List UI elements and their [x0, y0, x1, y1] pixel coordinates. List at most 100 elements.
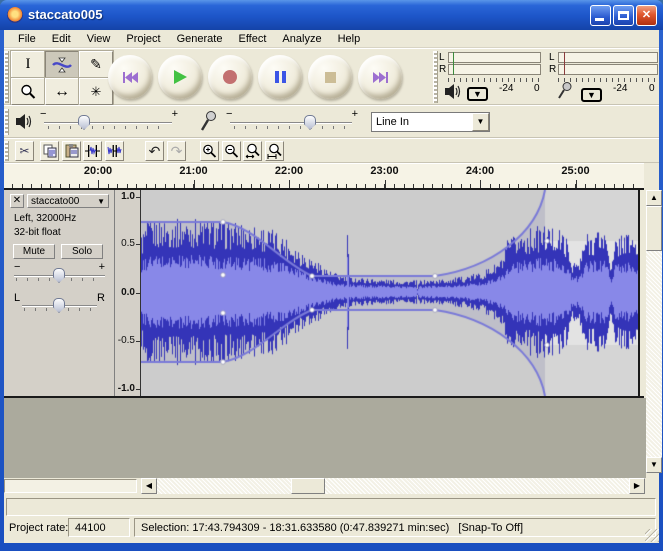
timeline-ruler[interactable]: 20:0021:0022:0023:0024:0025:00: [4, 163, 644, 188]
menu-project[interactable]: Project: [118, 31, 168, 47]
menu-analyze[interactable]: Analyze: [274, 31, 329, 47]
zoom-out-button[interactable]: [222, 141, 241, 161]
zoom-tool-button[interactable]: [11, 78, 45, 105]
vruler-label: 0.0: [121, 287, 135, 298]
output-meter[interactable]: L R -24 0 ▼: [439, 52, 541, 104]
selection-status-text: Selection: 17:43.794309 - 18:31.633580 (…: [141, 522, 523, 534]
fit-selection-button[interactable]: [243, 141, 262, 161]
mixer-grip[interactable]: [4, 109, 9, 135]
client-area: File Edit View Project Generate Effect A…: [4, 30, 659, 543]
pan-left-label: L: [14, 292, 20, 304]
record-button[interactable]: [208, 55, 252, 99]
copy-button[interactable]: [40, 141, 59, 161]
output-right-label: R: [439, 64, 446, 75]
pan-slider[interactable]: L R: [12, 293, 107, 319]
undo-button[interactable]: ↶: [145, 141, 164, 161]
input-left-label: L: [549, 52, 555, 63]
pan-right-label: R: [97, 292, 105, 304]
close-icon: ✕: [13, 195, 21, 206]
scroll-left-button[interactable]: ◀: [141, 478, 157, 494]
horizontal-scrollbar[interactable]: [157, 478, 629, 494]
paste-icon: [65, 144, 79, 158]
stop-button[interactable]: [308, 55, 352, 99]
timeline-major-tick: [194, 180, 195, 188]
redo-button[interactable]: ↷: [167, 141, 186, 161]
input-volume-slider[interactable]: − +: [226, 108, 358, 136]
magnifier-icon: [20, 84, 36, 100]
slider-ticks: [234, 126, 348, 129]
output-tick-minus24: -24: [499, 83, 513, 94]
envelope-tool-button[interactable]: [45, 51, 79, 78]
undo-icon: ↶: [149, 143, 161, 160]
menu-help[interactable]: Help: [330, 31, 369, 47]
minus-label: −: [40, 108, 46, 120]
fast-forward-button[interactable]: [358, 55, 402, 99]
silence-button[interactable]: [105, 141, 124, 161]
play-button[interactable]: [158, 55, 202, 99]
redo-icon: ↷: [171, 143, 183, 160]
input-meter-zero-line: [564, 52, 565, 75]
maximize-button[interactable]: [613, 5, 634, 26]
rewind-button[interactable]: [108, 55, 152, 99]
menu-view[interactable]: View: [79, 31, 119, 47]
combo-arrow-button[interactable]: ▼: [472, 113, 489, 131]
microphone-icon: [200, 111, 217, 132]
output-meter-dropdown[interactable]: ▼: [467, 87, 488, 101]
vertical-scrollbar[interactable]: ▲ ▼: [646, 190, 662, 473]
plus-label: +: [352, 108, 358, 120]
timeline-label: 21:00: [179, 165, 207, 177]
waveform-canvas[interactable]: [141, 190, 638, 396]
fit-project-button[interactable]: [265, 141, 284, 161]
input-meter-dropdown[interactable]: ▼: [581, 88, 602, 102]
minimize-button[interactable]: [590, 5, 611, 26]
title-bar[interactable]: staccato005 ✕: [0, 0, 663, 30]
star-icon: ✳: [91, 84, 102, 100]
scroll-up-button[interactable]: ▲: [646, 190, 662, 206]
input-source-value: Line In: [372, 116, 472, 128]
minus-label: −: [226, 108, 232, 120]
input-meter[interactable]: L R -24 0 ▼: [549, 52, 658, 104]
app-window: staccato005 ✕ File Edit View Project Gen…: [0, 0, 663, 551]
toolbar-grip[interactable]: [4, 51, 9, 103]
input-meter-ticks: [558, 78, 658, 82]
rewind-icon: [122, 71, 139, 84]
dropdown-arrow-icon: ▼: [473, 89, 482, 99]
cut-button[interactable]: ✂: [15, 141, 34, 161]
solo-button[interactable]: Solo: [61, 244, 103, 259]
trim-button[interactable]: [83, 141, 102, 161]
output-volume-slider[interactable]: − +: [40, 108, 178, 136]
down-arrow-icon: ▼: [650, 460, 658, 469]
selection-tool-button[interactable]: I: [11, 51, 45, 78]
menu-edit[interactable]: Edit: [44, 31, 79, 47]
output-tick-zero: 0: [534, 83, 540, 94]
menu-file[interactable]: File: [10, 31, 44, 47]
output-meter-zero-line: [453, 52, 454, 75]
horizontal-scroll-thumb[interactable]: [291, 478, 325, 494]
scroll-right-button[interactable]: ▶: [629, 478, 645, 494]
gain-slider[interactable]: − +: [12, 263, 107, 289]
close-button[interactable]: ✕: [636, 5, 657, 26]
menu-generate[interactable]: Generate: [169, 31, 231, 47]
menu-effect[interactable]: Effect: [230, 31, 274, 47]
edit-grip[interactable]: [4, 141, 9, 161]
pause-icon: [274, 70, 287, 84]
resize-grip[interactable]: [645, 529, 659, 542]
track-close-button[interactable]: ✕: [10, 194, 24, 208]
vertical-scroll-thumb[interactable]: [646, 206, 662, 251]
paste-button[interactable]: [62, 141, 81, 161]
close-icon: ✕: [642, 9, 651, 21]
track-title-menu[interactable]: staccato00 ▼: [27, 194, 109, 208]
mute-button[interactable]: Mute: [13, 244, 55, 259]
scroll-down-button[interactable]: ▼: [646, 457, 662, 473]
zoom-out-icon: [224, 144, 239, 159]
input-source-combo[interactable]: Line In ▼: [371, 112, 490, 132]
project-rate-box[interactable]: 44100: [68, 518, 130, 537]
meter-toolbar-grip[interactable]: [433, 51, 438, 103]
zoom-in-button[interactable]: [200, 141, 219, 161]
left-arrow-icon: ◀: [146, 481, 152, 490]
trim-icon: [85, 145, 100, 157]
timeshift-tool-button[interactable]: ↔: [45, 78, 79, 105]
pause-button[interactable]: [258, 55, 302, 99]
up-arrow-icon: ▲: [650, 193, 658, 202]
gain-minus-label: −: [14, 261, 20, 273]
